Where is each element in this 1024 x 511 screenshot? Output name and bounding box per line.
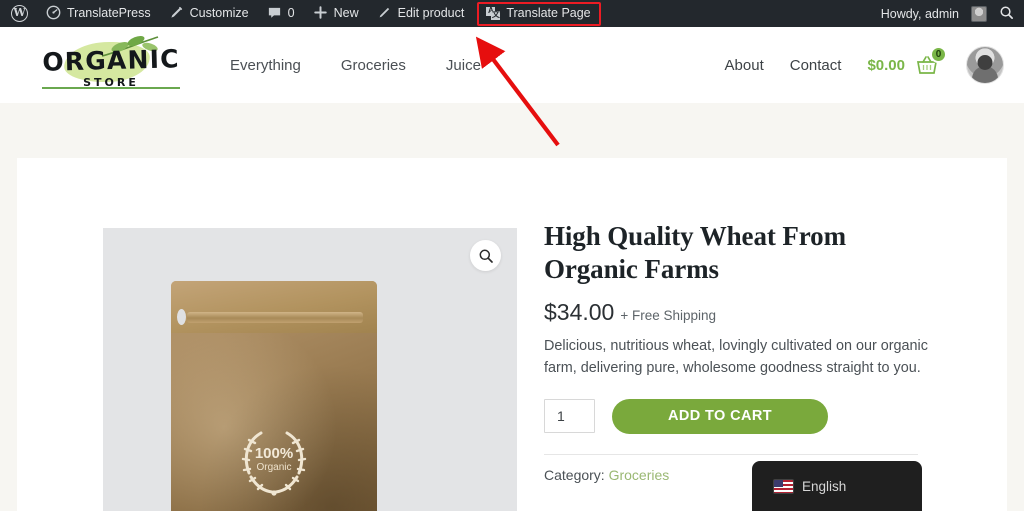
magnifier-icon — [479, 249, 493, 263]
logo-wordmark: ORGANIC — [41, 44, 181, 77]
adminbar-right-group: Howdy, admin — [863, 0, 1024, 27]
pouch-notch — [177, 309, 186, 325]
category-link-groceries[interactable]: Groceries — [609, 467, 670, 483]
adminbar-label-new: New — [333, 6, 359, 20]
nav-item-juice[interactable]: Juice — [446, 57, 481, 74]
adminbar-search-button[interactable] — [997, 5, 1024, 23]
adminbar-label-customize: Customize — [189, 6, 249, 20]
adminbar-item-translatepress[interactable]: TranslatePress — [37, 0, 160, 27]
site-logo[interactable]: ORGANIC STORE — [28, 32, 198, 98]
badge-organic-text: Organic — [256, 462, 292, 473]
nav-item-contact[interactable]: Contact — [790, 57, 842, 74]
adminbar-item-edit-product[interactable]: Edit product — [368, 0, 474, 27]
search-icon — [1000, 6, 1013, 19]
site-header: ORGANIC STORE Everything Groceries Juice… — [0, 27, 1024, 103]
pouch-zipper — [187, 312, 363, 323]
header-right-group: About Contact $0.00 0 — [725, 46, 1004, 84]
shopping-basket-icon[interactable]: 0 — [914, 46, 947, 78]
add-to-cart-row: ADD TO CART — [544, 398, 934, 434]
adminbar-label-translatepress: TranslatePress — [67, 6, 151, 20]
language-switcher-label: English — [802, 478, 847, 494]
dashboard-icon — [46, 5, 61, 23]
wp-admin-bar: W TranslatePress Customize 0 New Edit pr… — [0, 0, 1024, 27]
organic-badge-icon: 100% Organic — [231, 421, 317, 499]
adminbar-item-customize[interactable]: Customize — [160, 0, 258, 27]
pencil-icon — [377, 5, 392, 23]
shipping-note: + Free Shipping — [620, 307, 717, 323]
product-image: 100% Organic WHEAT — [171, 281, 377, 511]
us-flag-icon — [774, 479, 793, 493]
paintbrush-icon — [169, 5, 184, 23]
nav-item-everything[interactable]: Everything — [230, 57, 301, 74]
user-avatar[interactable] — [966, 46, 1004, 84]
quantity-input[interactable] — [544, 399, 595, 434]
badge-percent-text: 100% — [254, 445, 294, 462]
product-title: High Quality Wheat From Organic Farms — [544, 221, 846, 284]
admin-avatar — [971, 5, 987, 22]
nav-item-groceries[interactable]: Groceries — [341, 57, 406, 74]
adminbar-item-comments[interactable]: 0 — [258, 0, 304, 27]
browser-viewport: W TranslatePress Customize 0 New Edit pr… — [0, 0, 1024, 511]
category-label: Category: — [544, 466, 605, 483]
adminbar-wp-logo[interactable]: W — [0, 0, 37, 27]
product-summary: High Quality Wheat From Organic Farms $3… — [544, 220, 934, 483]
adminbar-item-new[interactable]: New — [304, 0, 368, 27]
adminbar-label-edit-product: Edit product — [397, 6, 465, 20]
wordpress-logo-icon: W — [11, 5, 28, 22]
add-to-cart-button[interactable]: ADD TO CART — [612, 398, 829, 434]
translate-icon: A文 — [486, 7, 501, 20]
adminbar-label-comment-count: 0 — [287, 6, 295, 20]
logo-subtext: STORE — [83, 76, 139, 89]
price-row: $34.00 + Free Shipping — [544, 299, 934, 326]
product-description: Delicious, nutritious wheat, lovingly cu… — [544, 337, 928, 377]
comment-bubble-icon — [267, 5, 282, 23]
adminbar-item-translate-page[interactable]: A文 Translate Page — [477, 1, 601, 26]
adminbar-howdy-label: Howdy, admin — [880, 6, 959, 21]
pouch-top — [171, 281, 377, 333]
plus-icon — [313, 5, 328, 23]
cart-count-badge: 0 — [930, 46, 947, 63]
adminbar-label-translate-page: Translate Page — [506, 6, 591, 20]
product-gallery[interactable]: 100% Organic WHEAT — [103, 228, 517, 511]
adminbar-my-account[interactable]: Howdy, admin — [863, 0, 997, 27]
main-navigation: Everything Groceries Juice — [230, 57, 481, 74]
summary-divider — [544, 453, 918, 455]
language-switcher[interactable]: English — [752, 461, 922, 511]
product-page-card: 100% Organic WHEAT High Quality Wheat Fr… — [17, 158, 1007, 511]
image-zoom-button[interactable] — [470, 240, 501, 271]
product-price: $34.00 — [544, 298, 615, 325]
cart-total-price: $0.00 — [867, 56, 905, 74]
cart-widget[interactable]: $0.00 0 — [867, 46, 947, 78]
nav-item-about[interactable]: About — [725, 57, 764, 74]
